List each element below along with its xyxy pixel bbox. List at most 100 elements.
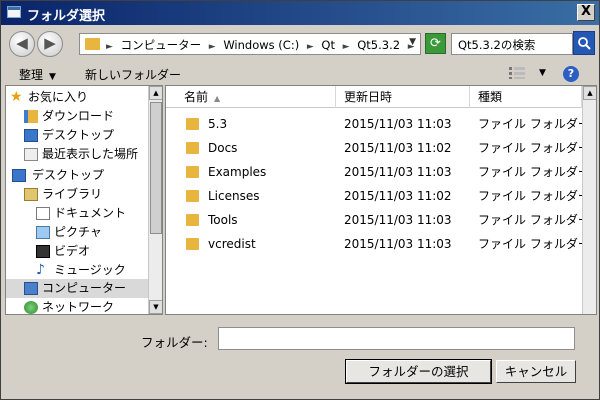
view-grid-icon [509, 67, 525, 79]
pictures-icon [36, 226, 50, 239]
search-icon [578, 37, 591, 50]
folder-input[interactable] [218, 327, 575, 350]
file-date: 2015/11/03 11:03 [344, 213, 452, 227]
window-icon [7, 6, 21, 18]
table-row[interactable]: vcredist 2015/11/03 11:03 ファイル フォルダー [166, 232, 590, 256]
nav-item-label: お気に入り [28, 90, 89, 104]
folder-icon [186, 238, 199, 250]
view-options-icon[interactable] [509, 67, 525, 81]
file-date: 2015/11/03 11:02 [344, 189, 452, 203]
nav-item-pictures[interactable]: ピクチャ [6, 223, 148, 242]
file-date: 2015/11/03 11:03 [344, 165, 452, 179]
sort-ascending-icon: ▲ [214, 94, 221, 103]
nav-item-recent-places[interactable]: 最近表示した場所 [6, 145, 148, 164]
breadcrumb-computer[interactable]: コンピューター [121, 38, 202, 52]
videos-icon [36, 245, 50, 258]
table-row[interactable]: Examples 2015/11/03 11:03 ファイル フォルダー [166, 160, 590, 184]
folder-icon [186, 166, 199, 178]
nav-item-computer[interactable]: コンピューター [6, 279, 148, 298]
folder-icon [85, 38, 100, 50]
column-header-date[interactable]: 更新日時 [336, 86, 470, 108]
select-folder-button[interactable]: フォルダーの選択 [345, 359, 492, 384]
cancel-button[interactable]: キャンセル [496, 360, 576, 383]
forward-button[interactable]: ▶ [37, 31, 63, 57]
search-input[interactable]: Qt5.3.2の検索 [451, 33, 573, 55]
documents-icon [36, 207, 50, 220]
folder-icon [186, 190, 199, 202]
refresh-button[interactable]: ⟳ [425, 33, 446, 54]
breadcrumb-separator-icon[interactable]: ► [106, 42, 113, 52]
downloads-folder-icon [24, 110, 38, 123]
scroll-up-icon[interactable]: ▲ [583, 86, 596, 100]
back-button[interactable]: ◀ [9, 31, 35, 57]
help-icon[interactable]: ? [563, 66, 579, 82]
nav-item-label: 最近表示した場所 [42, 147, 139, 161]
view-dropdown-icon[interactable]: ▼ [539, 68, 546, 78]
file-name: Tools [208, 213, 238, 227]
nav-item-desktop-fav[interactable]: デスクトップ [6, 126, 148, 145]
nav-item-videos[interactable]: ビデオ [6, 242, 148, 261]
search-button[interactable] [573, 31, 595, 55]
breadcrumb-qt[interactable]: Qt [321, 38, 335, 52]
folder-icon [186, 118, 199, 130]
title-bar: フォルダ選択 X [1, 1, 599, 25]
network-icon [24, 301, 38, 314]
nav-item-label: ミュージック [54, 263, 126, 277]
breadcrumb-separator-icon[interactable]: ► [307, 42, 314, 52]
close-button[interactable]: X [577, 4, 595, 21]
table-row[interactable]: Tools 2015/11/03 11:03 ファイル フォルダー [166, 208, 590, 232]
nav-item-label: ビデオ [54, 244, 91, 258]
file-name: Licenses [208, 189, 260, 203]
address-bar[interactable]: ► コンピューター ► Windows (C:) ► Qt ► Qt5.3.2 … [79, 33, 421, 55]
nav-item-label: ネットワーク [42, 300, 115, 314]
address-dropdown-icon[interactable]: ▼ [409, 37, 416, 47]
nav-item-label: ピクチャ [54, 225, 102, 239]
window-title: フォルダ選択 [27, 9, 106, 24]
desktop-icon [24, 129, 38, 142]
file-name: Examples [208, 165, 267, 179]
table-row[interactable]: 5.3 2015/11/03 11:03 ファイル フォルダー [166, 112, 590, 136]
file-list-scrollbar[interactable]: ▲ [582, 86, 596, 314]
nav-item-label: ライブラリ [42, 187, 103, 201]
scrollbar-thumb[interactable] [150, 102, 162, 234]
scroll-down-icon[interactable]: ▼ [149, 300, 162, 314]
music-icon: ♪ [36, 262, 45, 278]
organize-label: 整理 [19, 68, 44, 82]
folder-select-dialog: フォルダ選択 X ◀ ▶ ► コンピューター ► Windows (C:) ► … [0, 0, 600, 400]
nav-item-desktop[interactable]: デスクトップ [6, 166, 148, 185]
column-header-type[interactable]: 種類 [470, 86, 582, 108]
breadcrumb-drive[interactable]: Windows (C:) [223, 38, 299, 52]
computer-icon [24, 282, 38, 295]
table-row[interactable]: Docs 2015/11/03 11:02 ファイル フォルダー [166, 136, 590, 160]
nav-item-libraries[interactable]: ライブラリ [6, 185, 148, 204]
scroll-up-icon[interactable]: ▲ [149, 86, 162, 100]
star-icon: ★ [10, 89, 23, 105]
column-header-name[interactable]: 名前 ▲ [166, 86, 336, 108]
file-type: ファイル フォルダー [478, 213, 590, 227]
desktop-icon [12, 169, 26, 182]
file-date: 2015/11/03 11:03 [344, 117, 452, 131]
organize-menu[interactable]: 整理 ▼ [19, 66, 56, 83]
nav-item-documents[interactable]: ドキュメント [6, 204, 148, 223]
recent-places-icon [24, 148, 38, 161]
library-icon [24, 188, 38, 201]
file-name: vcredist [208, 237, 256, 251]
table-row[interactable]: Licenses 2015/11/03 11:02 ファイル フォルダー [166, 184, 590, 208]
file-date: 2015/11/03 11:02 [344, 141, 452, 155]
nav-item-label: ダウンロード [42, 109, 115, 123]
breadcrumb-separator-icon[interactable]: ► [209, 42, 216, 52]
nav-item-favorites[interactable]: ★ お気に入り [6, 88, 148, 107]
nav-item-downloads[interactable]: ダウンロード [6, 107, 148, 126]
nav-item-music[interactable]: ♪ ミュージック [6, 261, 148, 280]
file-type: ファイル フォルダー [478, 165, 590, 179]
nav-scrollbar[interactable]: ▲ ▼ [148, 86, 162, 314]
nav-item-network[interactable]: ネットワーク [6, 298, 148, 314]
column-name-label: 名前 [184, 90, 209, 104]
breadcrumb-qt532[interactable]: Qt5.3.2 [357, 38, 400, 52]
column-header-row: 名前 ▲ 更新日時 種類 [166, 86, 582, 108]
file-list: 名前 ▲ 更新日時 種類 5.3 2015/11/03 11:03 ファイル フォルダ… [165, 85, 597, 315]
navigation-pane: ★ お気に入り ダウンロード デスクトップ 最近表示した場所 デスクトップ ライ… [5, 85, 163, 315]
file-date: 2015/11/03 11:03 [344, 237, 452, 251]
new-folder-button[interactable]: 新しいフォルダー [85, 66, 181, 83]
breadcrumb-separator-icon[interactable]: ► [343, 42, 350, 52]
